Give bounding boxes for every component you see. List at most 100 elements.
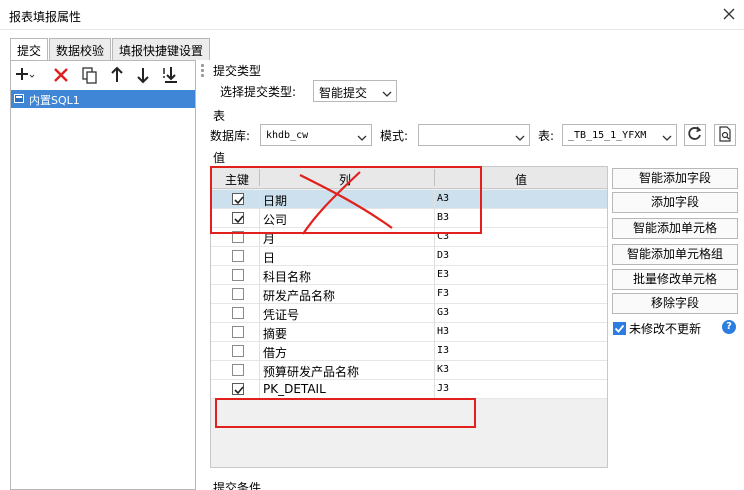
cell-value[interactable]: G3 <box>437 307 449 318</box>
annotation-box-primary-keys <box>210 166 482 234</box>
search-document-icon <box>717 125 733 145</box>
column-name-cell: 日 <box>263 251 276 265</box>
checkbox-checked-icon <box>613 321 626 335</box>
refresh-button[interactable] <box>684 124 706 146</box>
cell-divider <box>434 323 435 342</box>
panel-splitter[interactable] <box>200 60 206 490</box>
tab-submit[interactable]: 提交 <box>10 38 49 61</box>
cell-divider <box>259 247 260 266</box>
tab-shortcut-settings[interactable]: 填报快捷键设置 <box>112 38 211 60</box>
submit-type-select[interactable]: 智能提交 <box>313 80 397 102</box>
primary-key-checkbox[interactable] <box>232 288 244 300</box>
chevron-down-icon <box>382 87 392 97</box>
column-name-cell: 预算研发产品名称 <box>263 365 360 379</box>
primary-key-checkbox[interactable] <box>232 383 244 395</box>
table-row[interactable]: 预算研发产品名称 K3 <box>211 361 607 380</box>
cell-divider <box>434 380 435 399</box>
cell-value[interactable]: D3 <box>437 250 449 261</box>
schema-select[interactable] <box>418 124 530 146</box>
cell-divider <box>434 361 435 380</box>
smart-add-cell-button[interactable]: 智能添加单元格 <box>612 218 738 239</box>
schema-label: 模式: <box>380 129 409 143</box>
cell-value[interactable]: J3 <box>437 383 449 394</box>
submit-type-label: 选择提交类型: <box>220 85 297 99</box>
move-up-icon[interactable] <box>107 65 127 85</box>
cell-divider <box>259 323 260 342</box>
column-name-cell: PK_DETAIL <box>263 382 326 396</box>
table-section-title: 表 <box>213 109 226 123</box>
title-bar: 报表填报属性 <box>0 0 744 30</box>
submit-condition-section-title: 提交条件 <box>213 481 262 490</box>
table-row[interactable]: 借方 I3 <box>211 342 607 361</box>
cell-divider <box>259 266 260 285</box>
add-icon[interactable] <box>15 65 35 85</box>
cell-divider <box>259 304 260 323</box>
header-value: 值 <box>515 173 528 187</box>
table-row[interactable]: 摘要 H3 <box>211 323 607 342</box>
table-label: 表: <box>538 129 555 143</box>
cell-value[interactable]: K3 <box>437 364 449 375</box>
move-down-icon[interactable] <box>133 65 153 85</box>
column-name-cell: 摘要 <box>263 327 288 341</box>
cell-divider <box>259 380 260 399</box>
submit-type-value: 智能提交 <box>319 86 368 100</box>
cell-divider <box>259 361 260 380</box>
splitter-grip-dot <box>201 69 204 72</box>
table-row[interactable]: PK_DETAIL J3 <box>211 380 607 399</box>
splitter-grip-dot <box>201 74 204 77</box>
delete-icon[interactable] <box>51 65 71 85</box>
primary-key-checkbox[interactable] <box>232 326 244 338</box>
database-label: 数据库: <box>210 129 251 143</box>
sql-list-panel: 内置SQL1 <box>10 60 196 490</box>
batch-modify-cells-button[interactable]: 批量修改单元格 <box>612 269 738 290</box>
cell-divider <box>434 304 435 323</box>
move-bottom-icon[interactable] <box>161 65 181 85</box>
column-name-cell: 科目名称 <box>263 270 312 284</box>
refresh-icon <box>687 125 703 145</box>
splitter-grip-dot <box>201 64 204 67</box>
help-icon[interactable]: ? <box>722 320 736 334</box>
cell-value[interactable]: F3 <box>437 288 449 299</box>
table-select[interactable]: _TB_15_1_YFXM <box>562 124 677 146</box>
column-name-cell: 研发产品名称 <box>263 289 336 303</box>
remove-field-button[interactable]: 移除字段 <box>612 293 738 314</box>
table-row[interactable]: 日 D3 <box>211 247 607 266</box>
list-item-label: 内置SQL1 <box>29 94 80 107</box>
cell-divider <box>259 285 260 304</box>
table-row[interactable]: 凭证号 G3 <box>211 304 607 323</box>
annotation-box-pk-detail <box>215 398 476 428</box>
smart-add-field-button[interactable]: 智能添加字段 <box>612 168 738 189</box>
cell-value[interactable]: I3 <box>437 345 449 356</box>
cell-divider <box>434 266 435 285</box>
chevron-down-icon <box>515 131 525 141</box>
values-section-title: 值 <box>213 151 226 165</box>
table-value: _TB_15_1_YFXM <box>568 130 647 141</box>
table-icon <box>14 94 24 103</box>
preview-button[interactable] <box>714 124 736 146</box>
primary-key-checkbox[interactable] <box>232 269 244 281</box>
smart-add-cell-group-button[interactable]: 智能添加单元格组 <box>612 244 738 265</box>
window-title: 报表填报属性 <box>9 10 82 24</box>
database-select[interactable]: khdb_cw <box>260 124 372 146</box>
list-item-sql1[interactable]: 内置SQL1 <box>11 90 195 108</box>
unchanged-no-update-checkbox[interactable]: 未修改不更新 <box>613 320 701 336</box>
cell-divider <box>434 342 435 361</box>
add-field-button[interactable]: 添加字段 <box>612 192 738 213</box>
column-name-cell: 借方 <box>263 346 288 360</box>
left-toolbar <box>11 61 195 89</box>
chevron-down-icon <box>662 131 672 141</box>
close-icon[interactable] <box>720 5 738 23</box>
tab-data-validation[interactable]: 数据校验 <box>49 38 112 60</box>
cell-value[interactable]: H3 <box>437 326 449 337</box>
submit-type-section-title: 提交类型 <box>213 64 262 78</box>
column-name-cell: 凭证号 <box>263 308 300 322</box>
cell-value[interactable]: E3 <box>437 269 449 280</box>
primary-key-checkbox[interactable] <box>232 250 244 262</box>
primary-key-checkbox[interactable] <box>232 307 244 319</box>
copy-icon[interactable] <box>79 65 99 85</box>
unchanged-no-update-label: 未修改不更新 <box>629 321 702 336</box>
table-row[interactable]: 科目名称 E3 <box>211 266 607 285</box>
table-row[interactable]: 研发产品名称 F3 <box>211 285 607 304</box>
primary-key-checkbox[interactable] <box>232 364 244 376</box>
primary-key-checkbox[interactable] <box>232 345 244 357</box>
